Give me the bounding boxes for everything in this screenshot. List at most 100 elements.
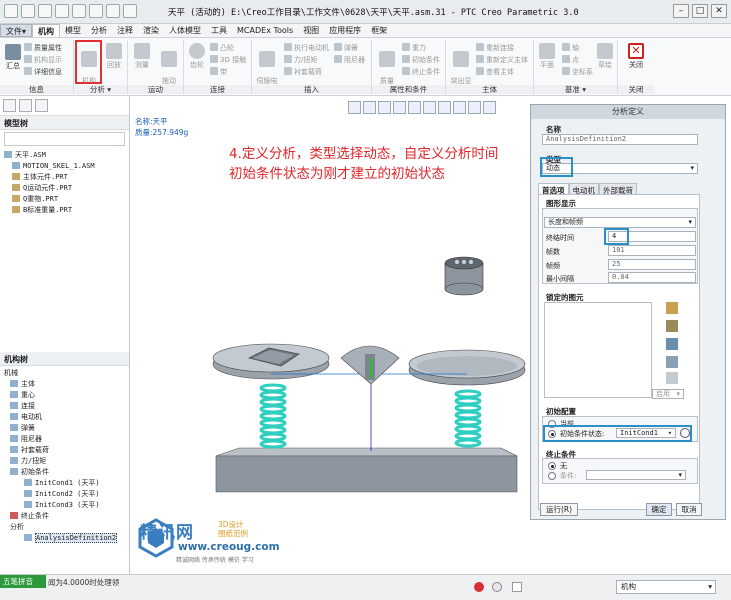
display-mode-select[interactable]: 长度和帧频 <box>544 217 696 228</box>
regenerate-icon[interactable] <box>89 4 103 18</box>
mech-item-initcond[interactable]: InitCond1 (天平) <box>4 478 129 489</box>
mech-item-forces[interactable]: 力/扭矩 <box>4 456 129 467</box>
tab-file[interactable]: 文件▾ <box>0 24 33 37</box>
mech-item-initcond[interactable]: InitCond3 (天平) <box>4 500 129 511</box>
mech-item-mechanism[interactable]: 机械 <box>4 368 129 379</box>
regen-status-icon[interactable] <box>492 582 502 592</box>
flag-icon[interactable] <box>512 582 522 592</box>
delete-lock-icon[interactable] <box>666 372 678 384</box>
tab-annotate[interactable]: 注释 <box>112 24 138 37</box>
none-radio[interactable] <box>548 462 556 470</box>
3d-contact-button[interactable]: 3D 接触 <box>210 55 246 65</box>
condition-radio[interactable] <box>548 472 556 480</box>
tree-item-part[interactable]: Q运动元件.PRT <box>4 183 125 194</box>
point-button[interactable]: 点 <box>562 55 579 65</box>
tree-item-part[interactable]: 主体元件.PRT <box>4 172 125 183</box>
tab-applications[interactable]: 应用程序 <box>324 24 366 37</box>
mech-item-springs[interactable]: 弹簧 <box>4 423 129 434</box>
summary-button[interactable]: 汇总 <box>3 44 23 71</box>
tab-manikin[interactable]: 人体模型 <box>164 24 206 37</box>
close-window-icon[interactable] <box>123 4 137 18</box>
gear-button[interactable]: 齿轮 <box>186 43 208 70</box>
mech-item-analyses[interactable]: 分析 <box>4 522 129 533</box>
playback-button[interactable]: 回放 <box>103 43 125 70</box>
close-mechanism-button[interactable]: ✕ 关闭 <box>624 43 648 70</box>
windows-icon[interactable] <box>106 4 120 18</box>
mech-item-analysis-def[interactable]: AnalysisDefinition2 <box>4 533 129 544</box>
term-condition-button[interactable]: 终止条件 <box>402 67 440 77</box>
redefine-body-button[interactable]: 重新定义主体 <box>476 55 528 65</box>
save-icon[interactable] <box>38 4 52 18</box>
measure-button[interactable]: 测量 <box>131 43 153 70</box>
plane-button[interactable]: 平面 <box>536 43 558 70</box>
tab-mcadex[interactable]: MCADEx Tools <box>232 24 298 37</box>
csys-button[interactable]: 坐标系 <box>562 67 593 77</box>
tab-framework[interactable]: 框架 <box>366 24 392 37</box>
tree-search-input[interactable] <box>4 132 125 146</box>
lock-connection-icon[interactable] <box>666 320 678 332</box>
exec-motor-button[interactable]: 执行电动机 <box>284 43 329 53</box>
reconnect-button[interactable]: 重新连接 <box>476 43 514 53</box>
gravity-button[interactable]: 重力 <box>402 43 426 53</box>
new-icon[interactable] <box>4 4 18 18</box>
frames-input[interactable]: 101 <box>608 245 696 256</box>
ok-button[interactable]: 确定 <box>646 503 672 516</box>
tab-mechanism[interactable]: 机构 <box>32 24 61 37</box>
mass-properties-button[interactable]: 质量属性 <box>24 43 62 53</box>
axis-button[interactable]: 轴 <box>562 43 579 53</box>
lock-cam-icon[interactable] <box>666 356 678 368</box>
tab-tools[interactable]: 工具 <box>206 24 232 37</box>
undo-icon[interactable] <box>55 4 69 18</box>
tree-item-part[interactable]: B标准重量.PRT <box>4 205 125 216</box>
mech-item-bushings[interactable]: 衬套载荷 <box>4 445 129 456</box>
spring-button[interactable]: 弹簧 <box>334 43 358 53</box>
selection-filter[interactable]: 机构 <box>616 580 716 594</box>
cam-button[interactable]: 凸轮 <box>210 43 234 53</box>
model-tree-tab-icon[interactable] <box>3 99 16 112</box>
favorites-tab-icon[interactable] <box>35 99 48 112</box>
belt-button[interactable]: 带 <box>210 67 227 77</box>
mech-item-bodies[interactable]: 主体 <box>4 379 129 390</box>
mech-item-init-conditions[interactable]: 初始条件 <box>4 467 129 478</box>
sketch-button[interactable]: 草绘 <box>594 43 616 70</box>
view-body-button[interactable]: 查看主体 <box>476 67 514 77</box>
tree-item-part[interactable]: Q重物.PRT <box>4 194 125 205</box>
enable-select[interactable]: 启用 <box>652 389 684 399</box>
damper-button[interactable]: 阻尼器 <box>334 55 365 65</box>
min-interval-input[interactable]: 0.04 <box>608 272 696 283</box>
frame-rate-input[interactable]: 25 <box>608 259 696 270</box>
mech-item-motors[interactable]: 电动机 <box>4 412 129 423</box>
redo-icon[interactable] <box>72 4 86 18</box>
tab-render[interactable]: 渲染 <box>138 24 164 37</box>
maximize-icon[interactable]: □ <box>692 4 708 18</box>
minimize-icon[interactable]: – <box>673 4 689 18</box>
mech-display-button[interactable]: 机构显示 <box>24 55 62 65</box>
mech-item-connections[interactable]: 连接 <box>4 401 129 412</box>
mech-item-dampers[interactable]: 阻尼器 <box>4 434 129 445</box>
lock-motor-icon[interactable] <box>666 338 678 350</box>
ime-indicator[interactable]: 五笔拼音 <box>0 575 46 588</box>
folder-tab-icon[interactable] <box>19 99 32 112</box>
balance-model[interactable] <box>131 96 529 574</box>
bushing-load-button[interactable]: 衬套载荷 <box>284 67 322 77</box>
tab-model[interactable]: 模型 <box>60 24 86 37</box>
tree-item-skeleton[interactable]: MOTION_SKEL_1.ASM <box>4 161 125 172</box>
error-icon[interactable] <box>474 582 484 592</box>
mech-item-term-conditions[interactable]: 终止条件 <box>4 511 129 522</box>
cancel-button[interactable]: 取消 <box>676 503 702 516</box>
detail-info-button[interactable]: 详细信息 <box>24 67 62 77</box>
lock-body-icon[interactable] <box>666 302 678 314</box>
open-icon[interactable] <box>21 4 35 18</box>
tab-view[interactable]: 视图 <box>298 24 324 37</box>
mech-item-initcond[interactable]: InitCond2 (天平) <box>4 489 129 500</box>
mech-item-gravity[interactable]: 重心 <box>4 390 129 401</box>
close-icon[interactable]: ✕ <box>711 4 727 18</box>
tree-item-assembly[interactable]: 天平.ASM <box>4 150 125 161</box>
analysis-name-input[interactable]: AnalysisDefinition2 <box>542 134 698 145</box>
condition-select[interactable] <box>586 470 686 480</box>
force-torque-button[interactable]: 力/扭矩 <box>284 55 317 65</box>
run-button[interactable]: 运行(R) <box>540 503 578 516</box>
locked-entities-list[interactable] <box>544 302 652 398</box>
tab-analysis[interactable]: 分析 <box>86 24 112 37</box>
init-condition-button[interactable]: 初始条件 <box>402 55 440 65</box>
